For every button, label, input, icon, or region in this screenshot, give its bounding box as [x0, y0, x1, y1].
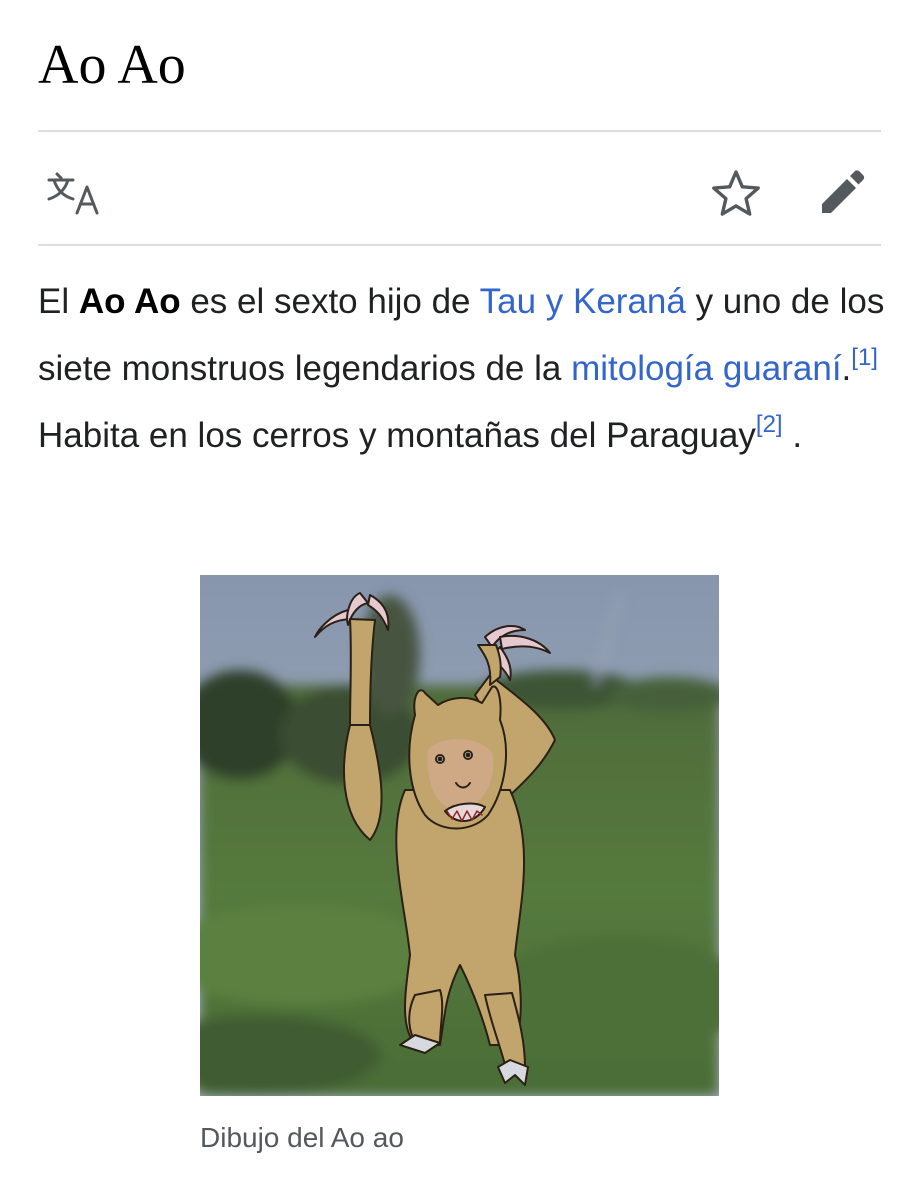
ao-ao-illustration — [200, 575, 719, 1096]
reference-link-1[interactable]: [1] — [851, 344, 878, 371]
intro-text: Habita en los cerros y montañas del Para… — [38, 416, 756, 455]
link-mitologia-guarani[interactable]: mitología guaraní — [571, 349, 841, 388]
language-button[interactable] — [44, 162, 110, 224]
title-divider — [38, 130, 881, 132]
edit-button[interactable] — [808, 160, 876, 224]
intro-text: . — [782, 416, 803, 455]
pencil-icon — [822, 170, 865, 213]
intro-text: es el sexto hijo de — [180, 282, 480, 321]
page-title: Ao Ao — [38, 34, 186, 96]
translate-icon — [47, 172, 99, 215]
intro-text: El — [38, 282, 79, 321]
link-tau-y-kerana[interactable]: Tau y Keraná — [480, 282, 686, 321]
article-subject-bold: Ao Ao — [78, 282, 181, 321]
intro-text: . — [841, 349, 852, 388]
article-intro-paragraph: El Ao Ao es el sexto hijo de Tau y Keran… — [38, 268, 888, 469]
toolbar-divider — [38, 244, 881, 246]
star-icon — [712, 170, 760, 216]
watch-star-button[interactable] — [704, 162, 768, 224]
ao-ao-drawing-image[interactable] — [200, 575, 719, 1096]
reference-link-2[interactable]: [2] — [756, 411, 783, 438]
figure-caption: Dibujo del Ao ao — [200, 1122, 404, 1153]
